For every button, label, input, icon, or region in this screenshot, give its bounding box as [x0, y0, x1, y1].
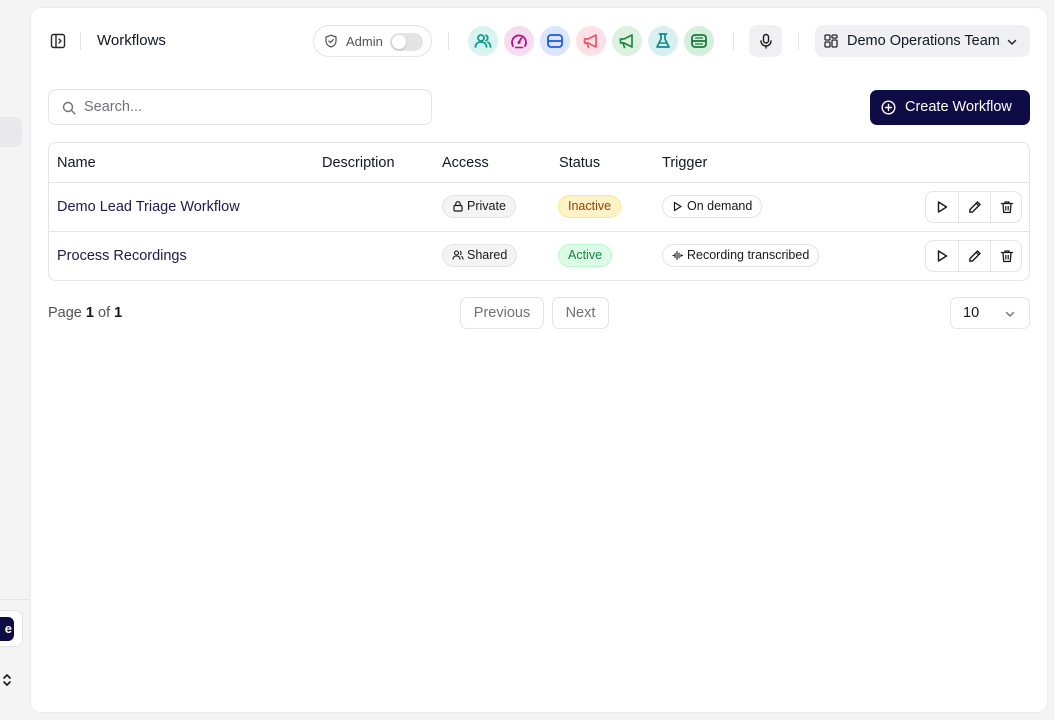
row-actions	[925, 191, 1022, 223]
lock-icon	[453, 201, 463, 212]
chevron-down-icon	[1007, 39, 1017, 45]
delete-button[interactable]	[990, 192, 1022, 222]
next-button[interactable]: Next	[552, 297, 609, 329]
server-icon[interactable]	[540, 26, 570, 56]
admin-toggle[interactable]: Admin	[313, 25, 432, 57]
play-icon	[937, 250, 948, 262]
database-icon[interactable]	[684, 26, 714, 56]
sidebar: e	[0, 0, 31, 720]
admin-switch[interactable]	[390, 33, 423, 51]
header: Workflows Admin Demo Operations Team	[31, 8, 1047, 74]
run-button[interactable]	[926, 241, 958, 271]
header-divider	[798, 32, 799, 50]
page-of: of	[98, 305, 111, 321]
column-header-trigger[interactable]: Trigger	[662, 155, 707, 171]
create-workflow-label: Create Workflow	[905, 99, 1012, 115]
page-size-value: 10	[963, 305, 980, 321]
table-row[interactable]: Process Recordings Shared Active Recordi…	[49, 232, 1029, 280]
sidebar-toggle-icon[interactable]	[50, 33, 66, 49]
trash-icon	[1000, 201, 1013, 214]
access-label: Shared	[467, 248, 508, 262]
edit-button[interactable]	[958, 192, 990, 222]
main-panel: Workflows Admin Demo Operations Team Sea…	[31, 8, 1047, 712]
column-header-name[interactable]: Name	[57, 155, 96, 171]
column-header-access[interactable]: Access	[442, 155, 489, 171]
header-divider	[80, 32, 81, 50]
header-divider	[448, 32, 449, 50]
status-badge: Active	[558, 244, 613, 267]
gauge-icon[interactable]	[504, 26, 534, 56]
switch-knob	[392, 35, 406, 49]
chevron-down-icon	[1005, 311, 1015, 317]
trigger-label: Recording transcribed	[687, 248, 810, 262]
page-indicator: Page 1 of 1	[48, 305, 122, 321]
create-workflow-button[interactable]: Create Workflow	[870, 90, 1030, 125]
current-page: 1	[85, 305, 94, 321]
trash-icon	[1000, 250, 1013, 263]
access-badge: Shared	[442, 244, 518, 267]
page-title: Workflows	[97, 32, 166, 49]
status-badge: Inactive	[558, 195, 622, 218]
pencil-icon	[968, 250, 981, 262]
access-label: Private	[467, 199, 506, 213]
sidebar-action-container: e	[0, 610, 23, 647]
pencil-icon	[968, 201, 981, 213]
microphone-button[interactable]	[749, 25, 782, 57]
workflows-table: Name Description Access Status Trigger D…	[48, 142, 1030, 281]
users-icon[interactable]	[468, 26, 498, 56]
megaphone-icon[interactable]	[612, 26, 642, 56]
workflow-name[interactable]: Process Recordings	[57, 248, 187, 264]
trigger-badge: On demand	[662, 195, 763, 218]
trigger-label: On demand	[687, 199, 753, 213]
audio-wave-icon	[672, 250, 683, 261]
table-row[interactable]: Demo Lead Triage Workflow Private Inacti…	[49, 183, 1029, 232]
row-actions	[925, 240, 1022, 272]
page-size-select[interactable]: 10	[950, 297, 1030, 329]
microphone-icon	[759, 33, 772, 49]
column-header-description[interactable]: Description	[322, 155, 395, 171]
workflow-name[interactable]: Demo Lead Triage Workflow	[57, 199, 240, 215]
plus-circle-icon	[881, 100, 896, 115]
table-header: Name Description Access Status Trigger	[49, 143, 1029, 183]
search-icon	[62, 101, 76, 115]
team-name: Demo Operations Team	[847, 33, 1000, 49]
trigger-badge: Recording transcribed	[662, 244, 820, 267]
shield-check-icon	[325, 34, 337, 48]
team-selector[interactable]: Demo Operations Team	[815, 25, 1030, 57]
header-divider	[733, 32, 734, 50]
users-icon	[452, 250, 464, 260]
flask-icon[interactable]	[648, 26, 678, 56]
edit-button[interactable]	[958, 241, 990, 271]
access-badge: Private	[442, 195, 516, 218]
previous-button[interactable]: Previous	[460, 297, 544, 329]
delete-button[interactable]	[990, 241, 1022, 271]
megaphone-icon[interactable]	[576, 26, 606, 56]
sidebar-action-button[interactable]: e	[0, 617, 14, 641]
page-prefix: Page	[48, 305, 82, 321]
column-header-status[interactable]: Status	[559, 155, 600, 171]
search-input[interactable]	[84, 96, 414, 118]
chevrons-up-down-icon[interactable]	[1, 672, 13, 688]
admin-label: Admin	[346, 34, 383, 49]
layout-grid-icon	[824, 34, 838, 48]
play-icon	[937, 201, 948, 213]
total-pages: 1	[114, 305, 123, 321]
sidebar-divider	[0, 599, 31, 600]
run-button[interactable]	[926, 192, 958, 222]
play-icon	[673, 201, 682, 212]
search-box	[48, 89, 432, 125]
sidebar-active-item[interactable]	[0, 117, 22, 147]
